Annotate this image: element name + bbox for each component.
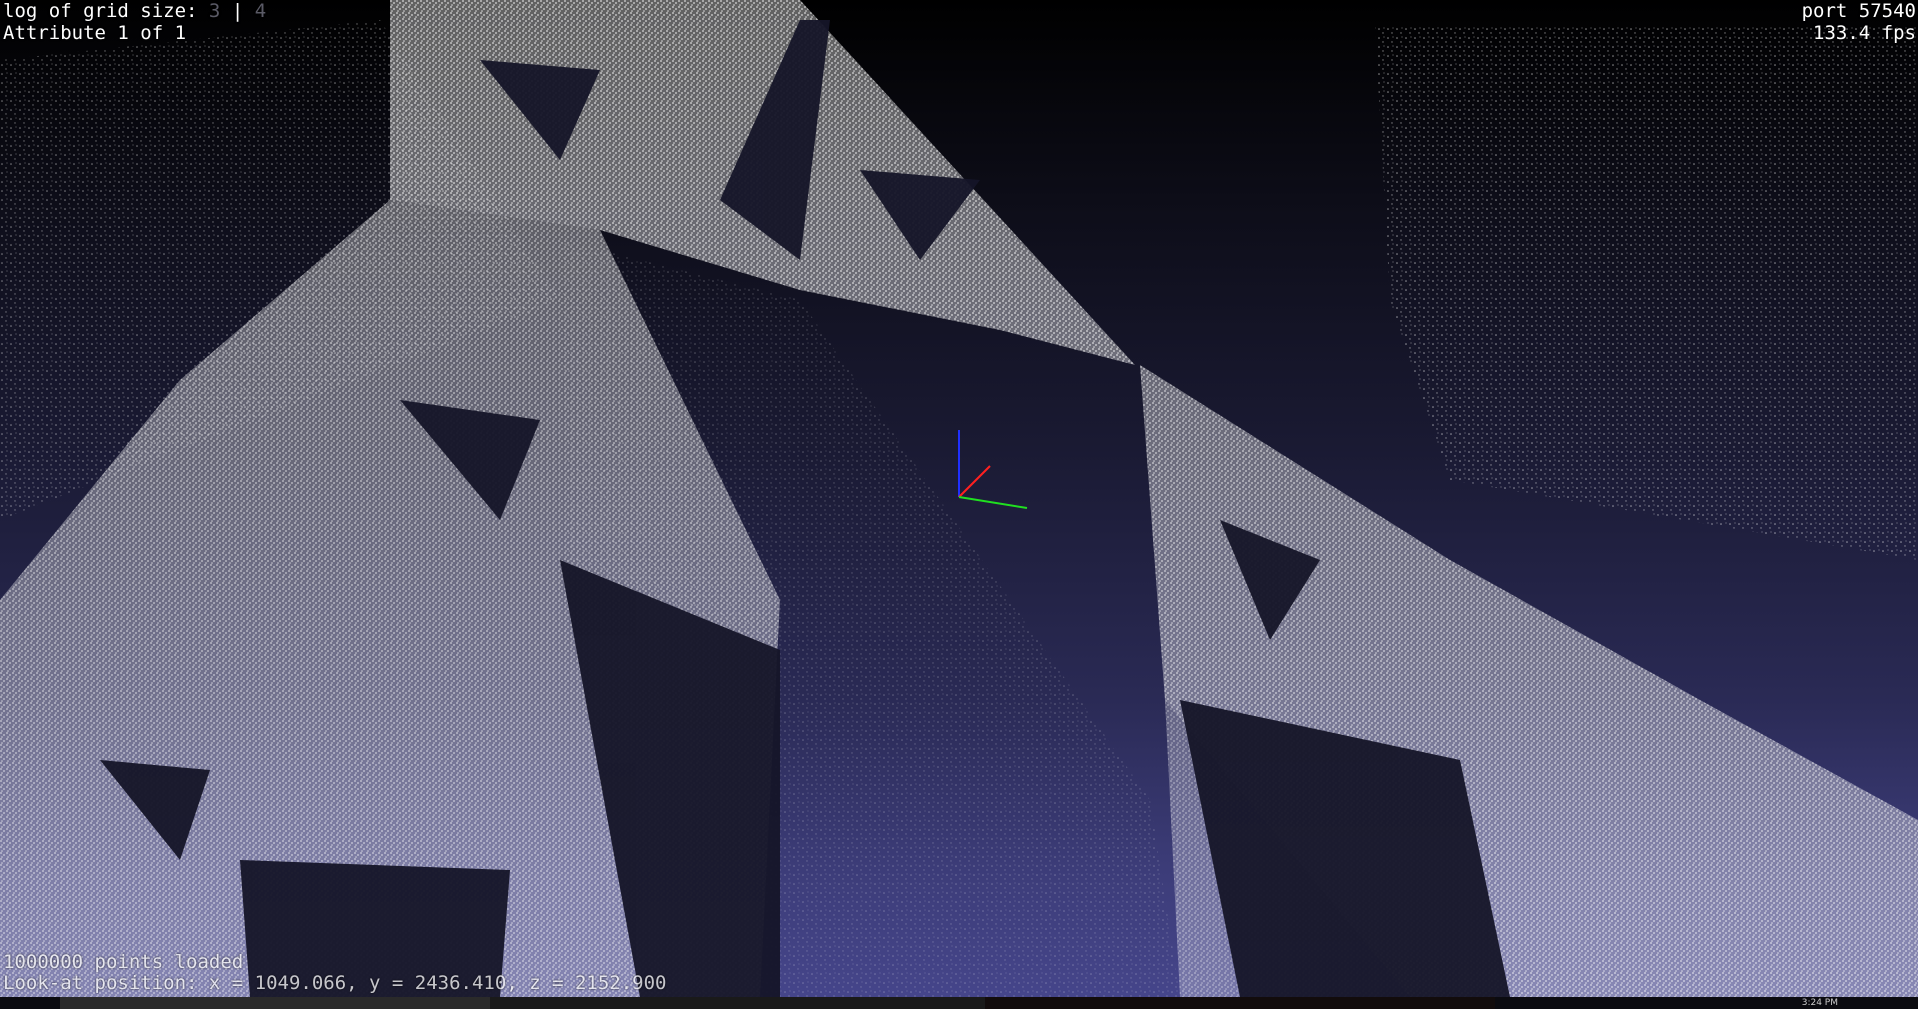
grid-size-label: log of grid size: xyxy=(3,0,198,22)
port-readout: port 57540 xyxy=(1801,0,1916,22)
taskbar-item-3[interactable] xyxy=(985,997,1495,1009)
grid-size-separator: | xyxy=(220,0,255,22)
taskbar-item-1[interactable] xyxy=(60,997,490,1009)
point-cloud-canvas[interactable] xyxy=(0,0,1918,997)
fps-readout: 133.4 fps xyxy=(1813,22,1916,44)
grid-size-readout: log of grid size: 3 | 4 xyxy=(3,0,266,22)
taskbar: 3:24 PM xyxy=(0,997,1918,1009)
points-loaded-status: 1000000 points loaded xyxy=(3,951,244,973)
taskbar-item-2[interactable] xyxy=(490,997,985,1009)
grid-size-value-a: 3 xyxy=(208,0,221,22)
attribute-readout: Attribute 1 of 1 xyxy=(3,22,187,44)
look-at-position-status: Look-at position: x = 1049.066, y = 2436… xyxy=(3,972,667,994)
3d-viewport[interactable]: log of grid size: 3 | 4 Attribute 1 of 1… xyxy=(0,0,1918,997)
grid-size-value-b: 4 xyxy=(254,0,267,22)
taskbar-clock[interactable]: 3:24 PM xyxy=(1802,997,1838,1009)
